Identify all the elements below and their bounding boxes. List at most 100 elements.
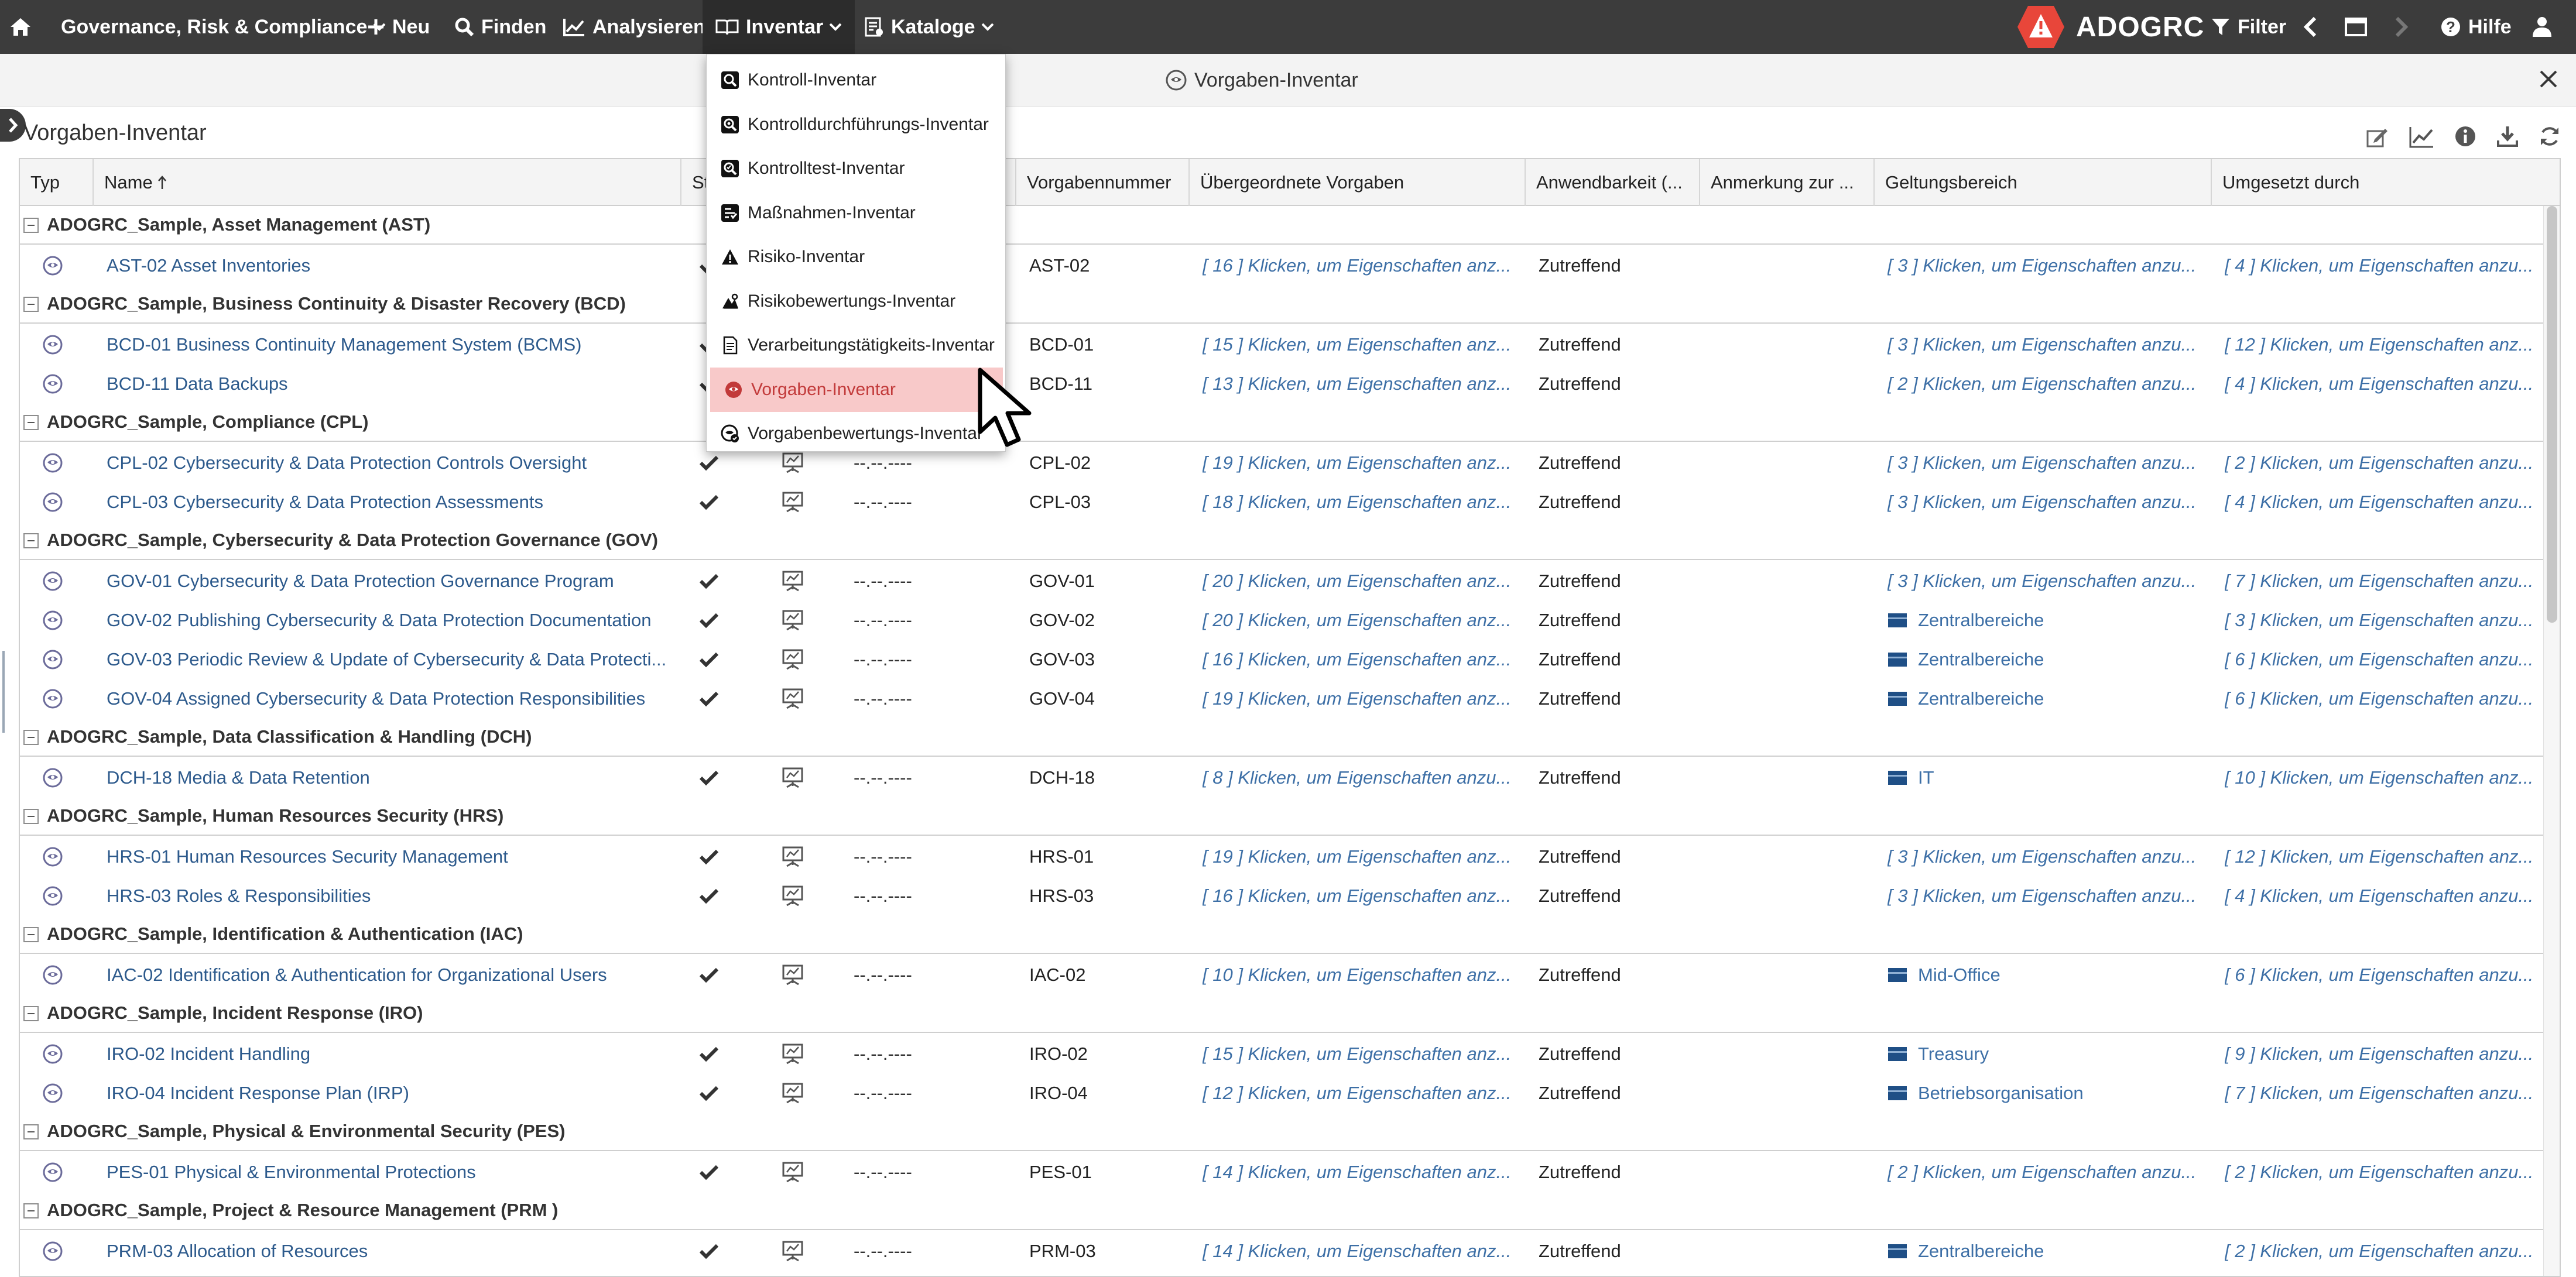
implemented-by-link[interactable]: [ 4 ] Klicken, um Eigenschaften anzu... xyxy=(2225,482,2553,521)
collapse-toggle-icon[interactable] xyxy=(23,297,39,312)
requirement-name-link[interactable]: GOV-02 Publishing Cybersecurity & Data P… xyxy=(107,600,671,640)
parent-requirements-link[interactable]: [ 13 ] Klicken, um Eigenschaften anz... xyxy=(1203,364,1530,403)
implemented-by-link[interactable]: [ 7 ] Klicken, um Eigenschaften anzu... xyxy=(2225,1073,2553,1113)
menu-item-warning[interactable]: Risiko-Inventar xyxy=(707,235,1006,279)
scope-link[interactable]: Zentralbereiche xyxy=(1888,679,2215,718)
menu-item-measures[interactable]: Maßnahmen-Inventar xyxy=(707,191,1006,235)
info-icon[interactable] xyxy=(2454,125,2476,147)
parent-requirements-link[interactable]: [ 18 ] Klicken, um Eigenschaften anz... xyxy=(1203,482,1530,521)
table-row[interactable]: CPL-03 Cybersecurity & Data Protection A… xyxy=(20,482,2544,521)
requirement-name-link[interactable]: CPL-03 Cybersecurity & Data Protection A… xyxy=(107,482,671,521)
menu-item-magnifier-gear[interactable]: Kontrolldurchführungs-Inventar xyxy=(707,102,1006,147)
structure-cell[interactable] xyxy=(781,1152,804,1192)
table-row[interactable]: CPL-02 Cybersecurity & Data Protection C… xyxy=(20,443,2544,482)
menu-item-risk-assessment[interactable]: Risikobewertungs-Inventar xyxy=(707,279,1006,324)
scope-link[interactable]: Mid-Office xyxy=(1888,955,2215,994)
table-row[interactable]: BCD-11 Data Backups--.--.----BCD-11[ 13 … xyxy=(20,364,2544,403)
collapse-toggle-icon[interactable] xyxy=(23,533,39,548)
scope-link[interactable]: [ 3 ] Klicken, um Eigenschaften anzu... xyxy=(1888,325,2215,364)
column-header-number[interactable]: Vorgabennummer xyxy=(1016,159,1190,206)
requirement-name-link[interactable]: GOV-01 Cybersecurity & Data Protection G… xyxy=(107,561,671,600)
parent-requirements-link[interactable]: [ 16 ] Klicken, um Eigenschaften anz... xyxy=(1203,876,1530,915)
parent-requirements-link[interactable]: [ 20 ] Klicken, um Eigenschaften anz... xyxy=(1203,600,1530,640)
help-button[interactable]: ? Hilfe xyxy=(2440,0,2512,54)
requirement-name-link[interactable]: AST-02 Asset Inventories xyxy=(107,246,671,285)
implemented-by-link[interactable]: [ 7 ] Klicken, um Eigenschaften anzu... xyxy=(2225,561,2553,600)
scope-link[interactable]: Zentralbereiche xyxy=(1888,600,2215,640)
requirement-name-link[interactable]: BCD-01 Business Continuity Management Sy… xyxy=(107,325,671,364)
app-menu-button[interactable]: Governance, Risk & Compliance xyxy=(61,0,386,54)
collapse-toggle-icon[interactable] xyxy=(23,809,39,824)
column-header-type[interactable]: Typ xyxy=(20,159,94,206)
scope-link[interactable]: [ 3 ] Klicken, um Eigenschaften anzu... xyxy=(1888,561,2215,600)
requirement-name-link[interactable]: HRS-03 Roles & Responsibilities xyxy=(107,876,671,915)
requirement-name-link[interactable]: GOV-04 Assigned Cybersecurity & Data Pro… xyxy=(107,679,671,718)
implemented-by-link[interactable]: [ 4 ] Klicken, um Eigenschaften anzu... xyxy=(2225,364,2553,403)
scope-link[interactable]: [ 2 ] Klicken, um Eigenschaften anzu... xyxy=(1888,364,2215,403)
structure-cell[interactable] xyxy=(781,561,804,600)
scope-link[interactable]: [ 3 ] Klicken, um Eigenschaften anzu... xyxy=(1888,246,2215,285)
parent-requirements-link[interactable]: [ 8 ] Klicken, um Eigenschaften anzu... xyxy=(1203,758,1530,797)
close-icon[interactable] xyxy=(2537,68,2560,90)
requirement-name-link[interactable]: IAC-02 Identification & Authentication f… xyxy=(107,955,671,994)
refresh-icon[interactable] xyxy=(2539,125,2561,147)
structure-cell[interactable] xyxy=(781,640,804,679)
collapse-toggle-icon[interactable] xyxy=(23,927,39,942)
table-row[interactable]: AST-02 Asset Inventories--.--.----AST-02… xyxy=(20,246,2544,285)
structure-cell[interactable] xyxy=(781,600,804,640)
forward-button[interactable] xyxy=(2395,0,2416,54)
implemented-by-link[interactable]: [ 10 ] Klicken, um Eigenschaften anz... xyxy=(2225,758,2553,797)
catalogs-menu-button[interactable]: Kataloge xyxy=(864,0,994,54)
table-row[interactable]: IRO-02 Incident Handling --.--.---- IRO-02… xyxy=(20,1034,2544,1073)
column-header-note[interactable]: Anmerkung zur ... xyxy=(1700,159,1875,206)
new-button[interactable]: Neu xyxy=(366,0,430,54)
menu-item-magnifier[interactable]: Kontroll-Inventar xyxy=(707,58,1006,102)
scope-link[interactable]: [ 3 ] Klicken, um Eigenschaften anzu... xyxy=(1888,443,2215,482)
scope-link[interactable]: [ 3 ] Klicken, um Eigenschaften anzu... xyxy=(1888,482,2215,521)
table-row[interactable]: BCD-01 Business Continuity Management Sy… xyxy=(20,325,2544,364)
scope-link[interactable]: Betriebsorganisation xyxy=(1888,1073,2215,1113)
menu-item-requirement[interactable]: Vorgaben-Inventar xyxy=(710,367,1003,412)
table-row[interactable]: IRO-04 Incident Response Plan (IRP) --.--… xyxy=(20,1073,2544,1113)
structure-cell[interactable] xyxy=(781,679,804,718)
scope-link[interactable]: Treasury xyxy=(1888,1034,2215,1073)
implemented-by-link[interactable]: [ 3 ] Klicken, um Eigenschaften anzu... xyxy=(2225,600,2553,640)
implemented-by-link[interactable]: [ 4 ] Klicken, um Eigenschaften anzu... xyxy=(2225,246,2553,285)
requirement-name-link[interactable]: DCH-18 Media & Data Retention xyxy=(107,758,671,797)
group-row[interactable]: ADOGRC_Sample, Incident Response (IRO) xyxy=(20,994,2544,1033)
scrollbar-thumb[interactable] xyxy=(2547,206,2557,623)
window-button[interactable] xyxy=(2344,0,2375,54)
download-icon[interactable] xyxy=(2496,125,2519,147)
collapse-toggle-icon[interactable] xyxy=(23,730,39,745)
implemented-by-link[interactable]: [ 4 ] Klicken, um Eigenschaften anzu... xyxy=(2225,876,2553,915)
structure-cell[interactable] xyxy=(781,1231,804,1271)
collapse-toggle-icon[interactable] xyxy=(23,1203,39,1218)
column-header-implemented-by[interactable]: Umgesetzt durch xyxy=(2212,159,2560,206)
chart-icon[interactable] xyxy=(2409,125,2434,149)
group-row[interactable]: ADOGRC_Sample, Human Resources Security … xyxy=(20,797,2544,836)
implemented-by-link[interactable]: [ 12 ] Klicken, um Eigenschaften anz... xyxy=(2225,837,2553,876)
column-header-applicability[interactable]: Anwendbarkeit (... xyxy=(1526,159,1700,206)
group-row[interactable]: ADOGRC_Sample, Identification & Authenti… xyxy=(20,915,2544,954)
collapse-toggle-icon[interactable] xyxy=(23,1124,39,1139)
table-row[interactable]: HRS-03 Roles & Responsibilities --.--.---… xyxy=(20,876,2544,915)
parent-requirements-link[interactable]: [ 14 ] Klicken, um Eigenschaften anz... xyxy=(1203,1231,1530,1271)
structure-cell[interactable] xyxy=(781,758,804,797)
structure-cell[interactable] xyxy=(781,837,804,876)
table-row[interactable]: GOV-01 Cybersecurity & Data Protection G… xyxy=(20,561,2544,600)
parent-requirements-link[interactable]: [ 19 ] Klicken, um Eigenschaften anz... xyxy=(1203,443,1530,482)
requirement-name-link[interactable]: BCD-11 Data Backups xyxy=(107,364,671,403)
parent-requirements-link[interactable]: [ 10 ] Klicken, um Eigenschaften anz... xyxy=(1203,955,1530,994)
requirement-name-link[interactable]: CPL-02 Cybersecurity & Data Protection C… xyxy=(107,443,671,482)
structure-cell[interactable] xyxy=(781,1034,804,1073)
implemented-by-link[interactable]: [ 2 ] Klicken, um Eigenschaften anzu... xyxy=(2225,443,2553,482)
collapse-toggle-icon[interactable] xyxy=(23,1006,39,1021)
vertical-scrollbar[interactable] xyxy=(2543,206,2560,1276)
group-row[interactable]: ADOGRC_Sample, Project & Resource Manage… xyxy=(20,1192,2544,1230)
requirement-name-link[interactable]: PRM-03 Allocation of Resources xyxy=(107,1231,671,1271)
parent-requirements-link[interactable]: [ 20 ] Klicken, um Eigenschaften anz... xyxy=(1203,561,1530,600)
implemented-by-link[interactable]: [ 2 ] Klicken, um Eigenschaften anzu... xyxy=(2225,1231,2553,1271)
parent-requirements-link[interactable]: [ 16 ] Klicken, um Eigenschaften anz... xyxy=(1203,640,1530,679)
column-header-name[interactable]: Name xyxy=(94,159,681,206)
structure-cell[interactable] xyxy=(781,876,804,915)
